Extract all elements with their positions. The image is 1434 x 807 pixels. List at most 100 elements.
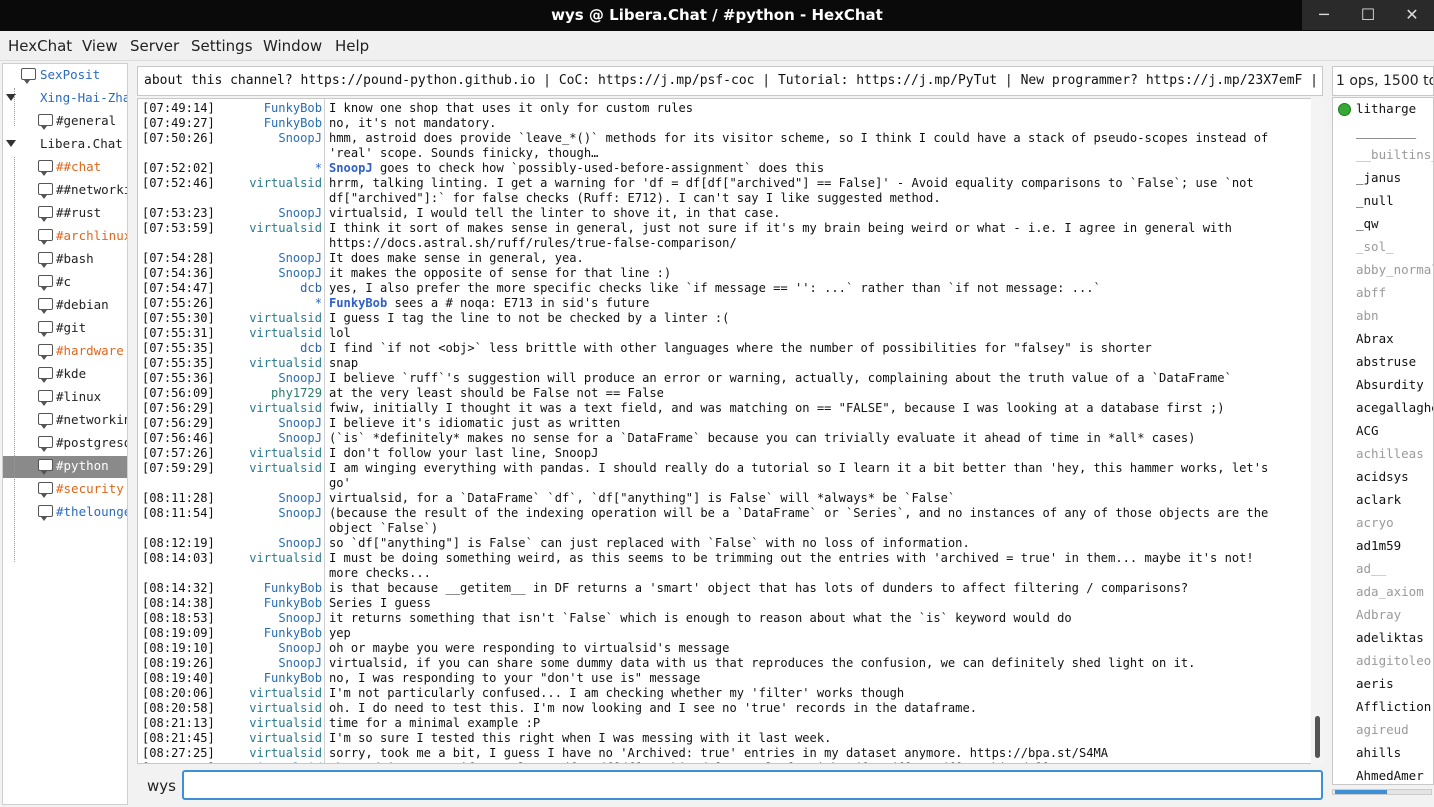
tree-item[interactable]: Xing-Hai-Zhang: [3, 88, 127, 110]
minimize-button[interactable]: ─: [1302, 0, 1346, 30]
nick[interactable]: SnoopJ: [278, 656, 322, 670]
nick[interactable]: virtualsid: [249, 716, 322, 730]
user-item[interactable]: abstruse: [1356, 354, 1416, 369]
nick[interactable]: virtualsid: [249, 401, 322, 415]
nick[interactable]: SnoopJ: [278, 131, 322, 145]
user-item[interactable]: aeris: [1356, 676, 1394, 691]
nick[interactable]: virtualsid: [249, 446, 322, 460]
maximize-button[interactable]: ☐: [1346, 0, 1390, 30]
userlist-hscrollbar[interactable]: [1332, 789, 1432, 795]
tree-item[interactable]: #thelounge: [3, 502, 127, 524]
tree-item[interactable]: #security: [3, 479, 127, 501]
user-item[interactable]: ada_axiom: [1356, 584, 1424, 599]
tree-item[interactable]: #postgresql: [3, 433, 127, 455]
user-item[interactable]: abff: [1356, 285, 1386, 300]
user-item[interactable]: _null: [1356, 193, 1394, 208]
user-item[interactable]: Adbray: [1356, 607, 1401, 622]
user-item[interactable]: AhmedAmer: [1356, 768, 1424, 783]
tree-item[interactable]: #git: [3, 318, 127, 340]
nick-column-separator[interactable]: [324, 99, 325, 763]
user-item[interactable]: ad__: [1356, 561, 1386, 576]
nick[interactable]: *: [315, 296, 322, 310]
user-item[interactable]: __builtins__: [1356, 147, 1433, 162]
tree-item[interactable]: #c: [3, 272, 127, 294]
nick[interactable]: virtualsid: [249, 761, 322, 763]
tree-item[interactable]: #linux: [3, 387, 127, 409]
tree-item[interactable]: #python: [3, 456, 127, 478]
nick[interactable]: SnoopJ: [278, 491, 322, 505]
chat-log[interactable]: [07:49:14] FunkyBob I know one shop that u…: [137, 98, 1324, 764]
nick[interactable]: virtualsid: [249, 356, 322, 370]
nick[interactable]: FunkyBob: [264, 626, 322, 640]
user-list[interactable]: litharge ________ __builtins__ _janus _null _…: [1332, 97, 1434, 785]
menu-window[interactable]: Window: [263, 37, 322, 55]
user-item[interactable]: litharge: [1356, 101, 1416, 116]
user-item[interactable]: _qw: [1356, 216, 1379, 231]
nick[interactable]: FunkyBob: [264, 116, 322, 130]
nick[interactable]: virtualsid: [249, 311, 322, 325]
user-item[interactable]: Absurdity: [1356, 377, 1424, 392]
chat-scrollbar[interactable]: [1311, 98, 1324, 764]
nick[interactable]: FunkyBob: [264, 581, 322, 595]
nick[interactable]: SnoopJ: [278, 251, 322, 265]
user-item[interactable]: abn: [1356, 308, 1379, 323]
nick[interactable]: SnoopJ: [278, 506, 322, 520]
nick[interactable]: virtualsid: [249, 746, 322, 760]
menu-settings[interactable]: Settings: [191, 37, 253, 55]
user-item[interactable]: ahills: [1356, 745, 1401, 760]
user-item[interactable]: acidsys: [1356, 469, 1409, 484]
nick[interactable]: dcb: [300, 341, 322, 355]
nick[interactable]: FunkyBob: [264, 101, 322, 115]
user-item[interactable]: _janus: [1356, 170, 1401, 185]
action-nick[interactable]: FunkyBob: [329, 296, 387, 310]
nick-button[interactable]: wys: [147, 777, 176, 795]
user-item[interactable]: Affliction: [1356, 699, 1431, 714]
nick[interactable]: SnoopJ: [278, 371, 322, 385]
nick[interactable]: SnoopJ: [278, 641, 322, 655]
tree-item[interactable]: ##rust: [3, 203, 127, 225]
nick[interactable]: SnoopJ: [278, 611, 322, 625]
user-item[interactable]: adeliktas: [1356, 630, 1424, 645]
tree-item[interactable]: SexPosit: [3, 65, 127, 87]
channel-tree[interactable]: SexPosit Xing-Hai-Zhang #general Libera.Cha…: [2, 63, 128, 805]
user-item[interactable]: _sol_: [1356, 239, 1394, 254]
tree-item[interactable]: #debian: [3, 295, 127, 317]
nick[interactable]: virtualsid: [249, 701, 322, 715]
user-item[interactable]: Abrax: [1356, 331, 1394, 346]
tree-item[interactable]: #kde: [3, 364, 127, 386]
nick[interactable]: SnoopJ: [278, 416, 322, 430]
tree-item[interactable]: ##networking: [3, 180, 127, 202]
menu-help[interactable]: Help: [335, 37, 369, 55]
user-item[interactable]: ad1m59: [1356, 538, 1401, 553]
expander-icon[interactable]: [6, 140, 16, 147]
userlist-hscrollbar-thumb[interactable]: [1335, 790, 1387, 794]
user-item[interactable]: acegallagher: [1356, 400, 1433, 415]
nick[interactable]: dcb: [300, 281, 322, 295]
user-item[interactable]: ACG: [1356, 423, 1379, 438]
user-item[interactable]: ________: [1356, 124, 1416, 139]
chat-scrollbar-thumb[interactable]: [1315, 716, 1320, 758]
menu-hexchat[interactable]: HexChat: [8, 37, 72, 55]
nick[interactable]: virtualsid: [249, 731, 322, 745]
nick[interactable]: SnoopJ: [278, 206, 322, 220]
nick[interactable]: SnoopJ: [278, 266, 322, 280]
nick[interactable]: virtualsid: [249, 461, 322, 475]
tree-item[interactable]: #networking: [3, 410, 127, 432]
nick[interactable]: *: [315, 161, 322, 175]
close-button[interactable]: ✕: [1390, 0, 1434, 30]
action-nick[interactable]: SnoopJ: [329, 161, 373, 175]
tree-item[interactable]: ##chat: [3, 157, 127, 179]
tree-item[interactable]: #hardware: [3, 341, 127, 363]
nick[interactable]: virtualsid: [249, 551, 322, 565]
tree-item[interactable]: #bash: [3, 249, 127, 271]
nick[interactable]: virtualsid: [249, 221, 322, 235]
nick[interactable]: virtualsid: [249, 326, 322, 340]
user-item[interactable]: adigitoleo: [1356, 653, 1431, 668]
user-item[interactable]: abby_normal: [1356, 262, 1433, 277]
topic-bar[interactable]: about this channel? https://pound-python…: [137, 66, 1323, 96]
nick[interactable]: SnoopJ: [278, 536, 322, 550]
nick[interactable]: SnoopJ: [278, 431, 322, 445]
menu-server[interactable]: Server: [130, 37, 179, 55]
message-input[interactable]: [182, 770, 1323, 800]
nick[interactable]: FunkyBob: [264, 671, 322, 685]
